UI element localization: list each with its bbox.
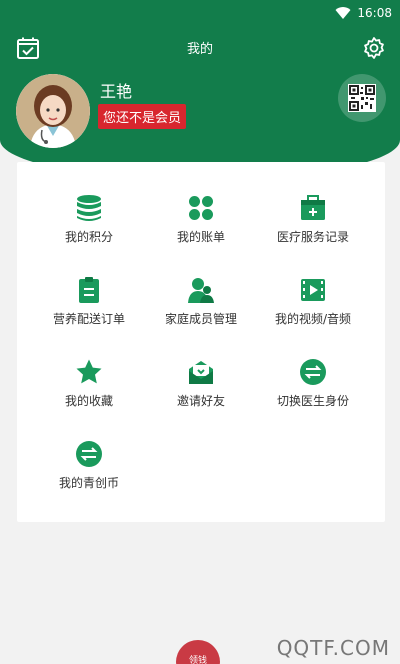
- grid-item-switch-doctor[interactable]: 切换医生身份: [252, 358, 374, 418]
- menu-card: 我的积分 我的账单 医疗服务记录 营养配送订单 家庭成员管理 我的视频/音频 我…: [17, 162, 385, 522]
- family-icon: [188, 278, 214, 303]
- grid-item-favorites[interactable]: 我的收藏: [28, 358, 150, 418]
- qr-code-button[interactable]: [338, 74, 386, 122]
- switch-icon: [300, 359, 326, 385]
- qr-code-icon: [348, 84, 376, 112]
- grid-item-label: 家庭成员管理: [164, 312, 237, 326]
- video-icon: [301, 279, 325, 301]
- grid-item-nutrition-orders[interactable]: 营养配送订单: [28, 276, 150, 336]
- floating-reward-button[interactable]: 领钱: [176, 640, 220, 664]
- gear-icon[interactable]: [362, 36, 386, 60]
- grid-item-invite-friends[interactable]: 邀请好友: [140, 358, 262, 418]
- four-leaf-icon: [189, 196, 213, 220]
- grid-item-bill[interactable]: 我的账单: [140, 194, 262, 254]
- grid-item-qingchuang-coins[interactable]: 我的青创币: [28, 440, 150, 500]
- grid-item-label: 我的积分: [64, 230, 113, 244]
- grid-item-label: 医疗服务记录: [276, 230, 349, 244]
- avatar[interactable]: [16, 74, 90, 148]
- status-time: 16:08: [357, 6, 392, 20]
- grid-item-label: 我的收藏: [64, 394, 113, 408]
- floating-reward-label: 领钱: [188, 656, 207, 664]
- doctor-avatar-icon: [16, 74, 90, 148]
- coins-icon: [77, 195, 101, 221]
- watermark: QQTF.COM: [276, 636, 390, 660]
- star-icon: [76, 359, 102, 384]
- grid-item-label: 我的账单: [176, 230, 225, 244]
- status-bar: 16:08: [0, 0, 400, 26]
- grid-item-label: 营养配送订单: [52, 312, 125, 326]
- grid-item-label: 我的青创币: [58, 476, 119, 490]
- clipboard-icon: [79, 277, 99, 303]
- grid-item-video-audio[interactable]: 我的视频/音频: [252, 276, 374, 336]
- page-title: 我的: [186, 42, 213, 57]
- membership-badge[interactable]: 您还不是会员: [98, 104, 187, 129]
- mail-icon: [189, 361, 213, 384]
- grid-item-medical-records[interactable]: 医疗服务记录: [252, 194, 374, 254]
- grid-item-family-members[interactable]: 家庭成员管理: [140, 276, 262, 336]
- wifi-icon: [335, 7, 351, 20]
- medical-kit-icon: [301, 195, 325, 220]
- grid-item-label: 切换医生身份: [276, 394, 349, 408]
- grid-item-label: 邀请好友: [176, 394, 225, 408]
- top-nav: 我的: [0, 30, 400, 66]
- user-name: 王艳: [100, 82, 133, 101]
- grid-item-points[interactable]: 我的积分: [28, 194, 150, 254]
- grid-item-label: 我的视频/音频: [274, 312, 352, 326]
- switch-icon: [76, 441, 102, 467]
